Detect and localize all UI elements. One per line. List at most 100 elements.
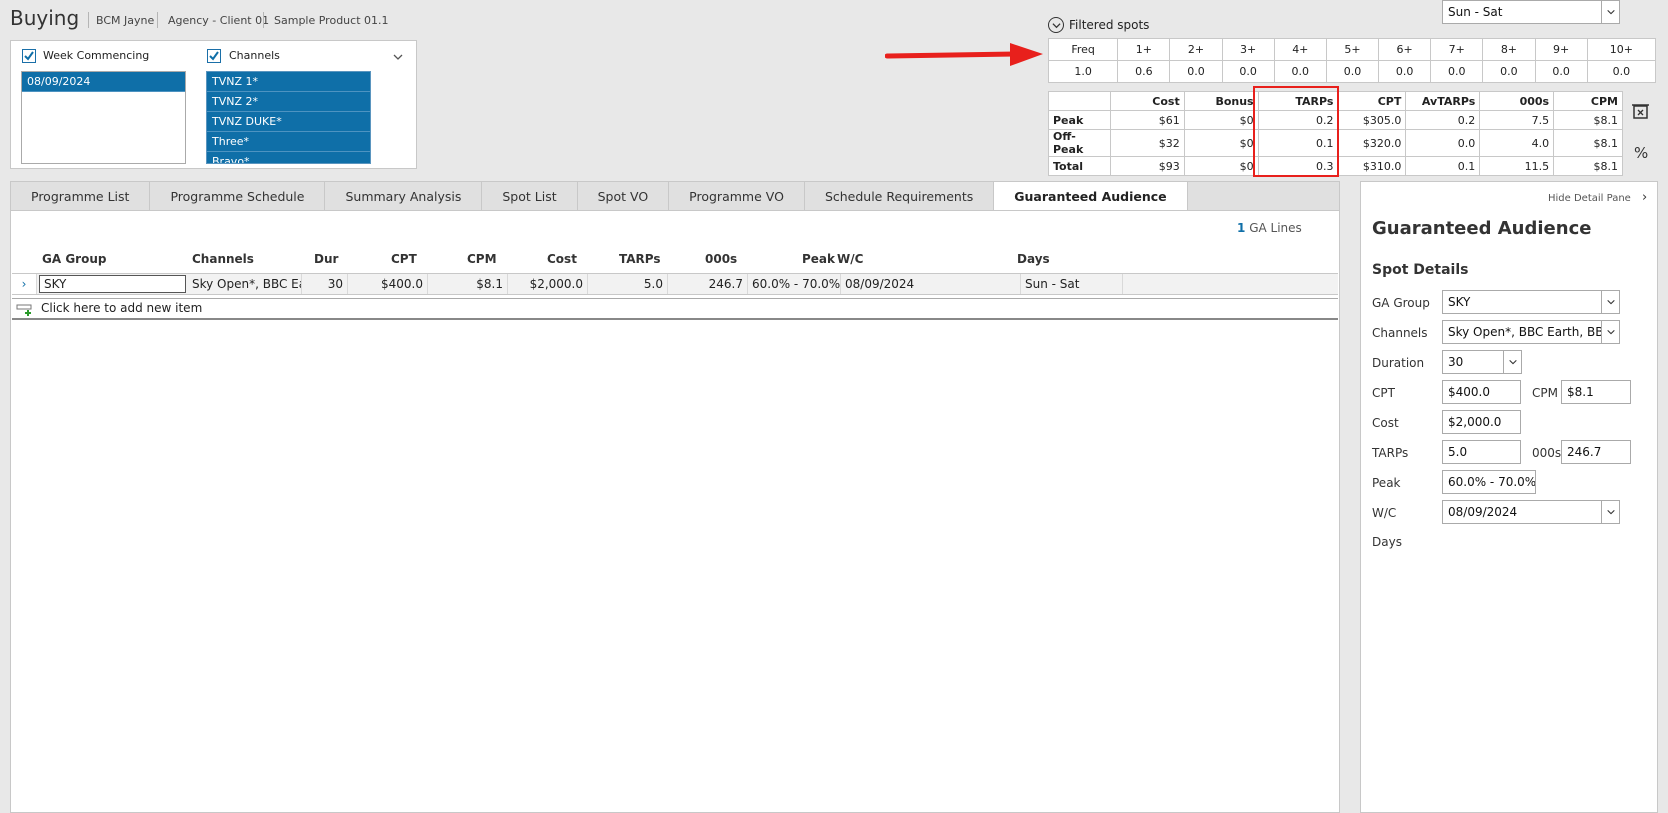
- week-list-item[interactable]: 08/09/2024: [22, 72, 185, 92]
- week-commencing-checkbox[interactable]: [22, 49, 36, 63]
- freq-header: 3+: [1221, 38, 1275, 61]
- freq-header: 2+: [1169, 38, 1223, 61]
- tab-summary-analysis[interactable]: Summary Analysis: [325, 182, 483, 210]
- freq-value: 1.0: [1047, 60, 1119, 83]
- summary-cell: $8.1: [1553, 110, 1623, 130]
- column-header[interactable]: CPT: [391, 252, 417, 266]
- summary-cell: 0.1: [1405, 156, 1481, 176]
- cpt-input[interactable]: $400.0: [1442, 380, 1521, 404]
- row-selector-chevron-icon[interactable]: ›: [12, 274, 37, 294]
- cell-000s[interactable]: 246.7: [668, 274, 748, 294]
- hide-detail-pane-label[interactable]: Hide Detail Pane: [1548, 193, 1631, 204]
- tab-programme-list[interactable]: Programme List: [11, 182, 151, 210]
- channel-list-item[interactable]: TVNZ 1*: [207, 72, 370, 92]
- chevron-down-icon[interactable]: [1601, 501, 1619, 523]
- freq-value: 0.6: [1117, 60, 1171, 83]
- breadcrumb-user[interactable]: BCM Jayne: [96, 14, 154, 27]
- breadcrumb-separator: [263, 12, 264, 28]
- days-select[interactable]: Sun - Sat: [1442, 0, 1620, 24]
- peak-label: Peak: [1372, 476, 1401, 490]
- tarps-input[interactable]: 5.0: [1442, 440, 1521, 464]
- filter-expand-chevron[interactable]: [392, 51, 404, 66]
- freq-value: 0.0: [1273, 60, 1327, 83]
- channel-list-item[interactable]: Three*: [207, 132, 370, 152]
- cell-dur[interactable]: 30: [302, 274, 348, 294]
- column-header[interactable]: Dur: [314, 252, 338, 266]
- freq-value: 0.0: [1378, 60, 1432, 83]
- chevron-right-icon: ›: [1642, 190, 1648, 205]
- ga-group-select[interactable]: SKY: [1442, 290, 1620, 314]
- tab-programme-schedule[interactable]: Programme Schedule: [150, 182, 326, 210]
- chevron-down-icon: [393, 54, 403, 60]
- tab-spot-vo[interactable]: Spot VO: [578, 182, 670, 210]
- summary-cell: $0: [1183, 110, 1259, 130]
- freq-header: Freq: [1047, 38, 1119, 61]
- cell-cost[interactable]: $2,000.0: [508, 274, 588, 294]
- week-list[interactable]: 08/09/2024: [21, 71, 186, 164]
- channels-label: Channels: [229, 49, 280, 62]
- percent-toggle[interactable]: %: [1634, 144, 1648, 162]
- channel-list-item[interactable]: TVNZ DUKE*: [207, 112, 370, 132]
- cell-cpm[interactable]: $8.1: [428, 274, 508, 294]
- cell-channels[interactable]: Sky Open*, BBC Ea: [188, 274, 302, 294]
- tab-spot-list[interactable]: Spot List: [482, 182, 578, 210]
- chevron-down-icon[interactable]: [1601, 291, 1619, 313]
- channels-select[interactable]: Sky Open*, BBC Earth, BBC UKTV: [1442, 320, 1620, 344]
- column-header[interactable]: Days: [1017, 252, 1050, 266]
- filtered-spots-panel: Filtered spots Freq 1+ 2+ 3+ 4+ 5+ 6+ 7+…: [1047, 14, 1657, 83]
- cell-days[interactable]: Sun - Sat: [1021, 274, 1123, 294]
- cell-tarps[interactable]: 5.0: [588, 274, 668, 294]
- add-new-item-label[interactable]: Click here to add new item: [41, 301, 202, 315]
- channels-list[interactable]: TVNZ 1* TVNZ 2* TVNZ DUKE* Three* Bravo*: [206, 71, 371, 164]
- cell-cpt[interactable]: $400.0: [348, 274, 428, 294]
- breadcrumb-product[interactable]: Sample Product 01.1: [274, 14, 389, 27]
- column-header[interactable]: GA Group: [42, 252, 106, 266]
- channel-list-item[interactable]: Bravo*: [207, 152, 370, 163]
- column-header[interactable]: Peak: [802, 252, 835, 266]
- column-header[interactable]: 000s: [705, 252, 737, 266]
- cell-ga-group[interactable]: SKY: [39, 275, 186, 293]
- chevron-down-icon[interactable]: [1503, 351, 1521, 373]
- peak-input[interactable]: 60.0% - 70.0%: [1442, 470, 1536, 494]
- hide-detail-pane-button[interactable]: Hide Detail Pane ›: [1548, 190, 1647, 205]
- chevron-down-icon[interactable]: [1601, 321, 1619, 343]
- chevron-down-icon[interactable]: [1601, 1, 1619, 23]
- clear-filter-icon[interactable]: [1631, 101, 1651, 121]
- cost-input[interactable]: $2,000.0: [1442, 410, 1521, 434]
- duration-select[interactable]: 30: [1442, 350, 1522, 374]
- summary-header: AvTARPs: [1405, 91, 1481, 111]
- cell-wc[interactable]: 08/09/2024: [841, 274, 1021, 294]
- chevron-down-icon: [1051, 22, 1061, 28]
- column-header[interactable]: CPM: [467, 252, 497, 266]
- tab-programme-vo[interactable]: Programme VO: [669, 182, 805, 210]
- ga-lines-count: 1 GA Lines: [1237, 221, 1302, 235]
- filtered-spots-title: Filtered spots: [1069, 18, 1150, 32]
- summary-cell: 7.5: [1479, 110, 1555, 130]
- frequency-table: Freq 1+ 2+ 3+ 4+ 5+ 6+ 7+ 8+ 9+ 10+ 1.0 …: [1047, 38, 1657, 83]
- summary-header: 000s: [1479, 91, 1555, 111]
- channels-checkbox[interactable]: [207, 49, 221, 63]
- cell-peak[interactable]: 60.0% - 70.0%: [748, 274, 841, 294]
- tab-guaranteed-audience[interactable]: Guaranteed Audience: [994, 182, 1188, 211]
- channel-list-item[interactable]: TVNZ 2*: [207, 92, 370, 112]
- collapse-toggle[interactable]: [1048, 17, 1064, 33]
- add-new-item-row[interactable]: Click here to add new item: [12, 298, 1338, 320]
- freq-value: 0.0: [1169, 60, 1223, 83]
- column-header[interactable]: Cost: [547, 252, 577, 266]
- column-header[interactable]: W/C: [837, 252, 863, 266]
- spot-details-heading: Spot Details: [1372, 262, 1469, 278]
- freq-header: 1+: [1117, 38, 1171, 61]
- tab-schedule-requirements[interactable]: Schedule Requirements: [805, 182, 995, 210]
- summary-cell: $0: [1183, 129, 1259, 157]
- wc-date-picker[interactable]: 08/09/2024: [1442, 500, 1620, 524]
- cpm-label: CPM: [1532, 386, 1558, 400]
- cost-label: Cost: [1372, 416, 1399, 430]
- thousands-input[interactable]: 246.7: [1561, 440, 1631, 464]
- table-row[interactable]: › SKY Sky Open*, BBC Ea 30 $400.0 $8.1 $…: [12, 273, 1338, 295]
- cpm-input[interactable]: $8.1: [1561, 380, 1631, 404]
- breadcrumb-client[interactable]: Agency - Client 01: [168, 14, 269, 27]
- column-header[interactable]: Channels: [192, 252, 254, 266]
- summary-cell: $305.0: [1337, 110, 1407, 130]
- summary-header: Bonus: [1183, 91, 1259, 111]
- column-header[interactable]: TARPs: [619, 252, 661, 266]
